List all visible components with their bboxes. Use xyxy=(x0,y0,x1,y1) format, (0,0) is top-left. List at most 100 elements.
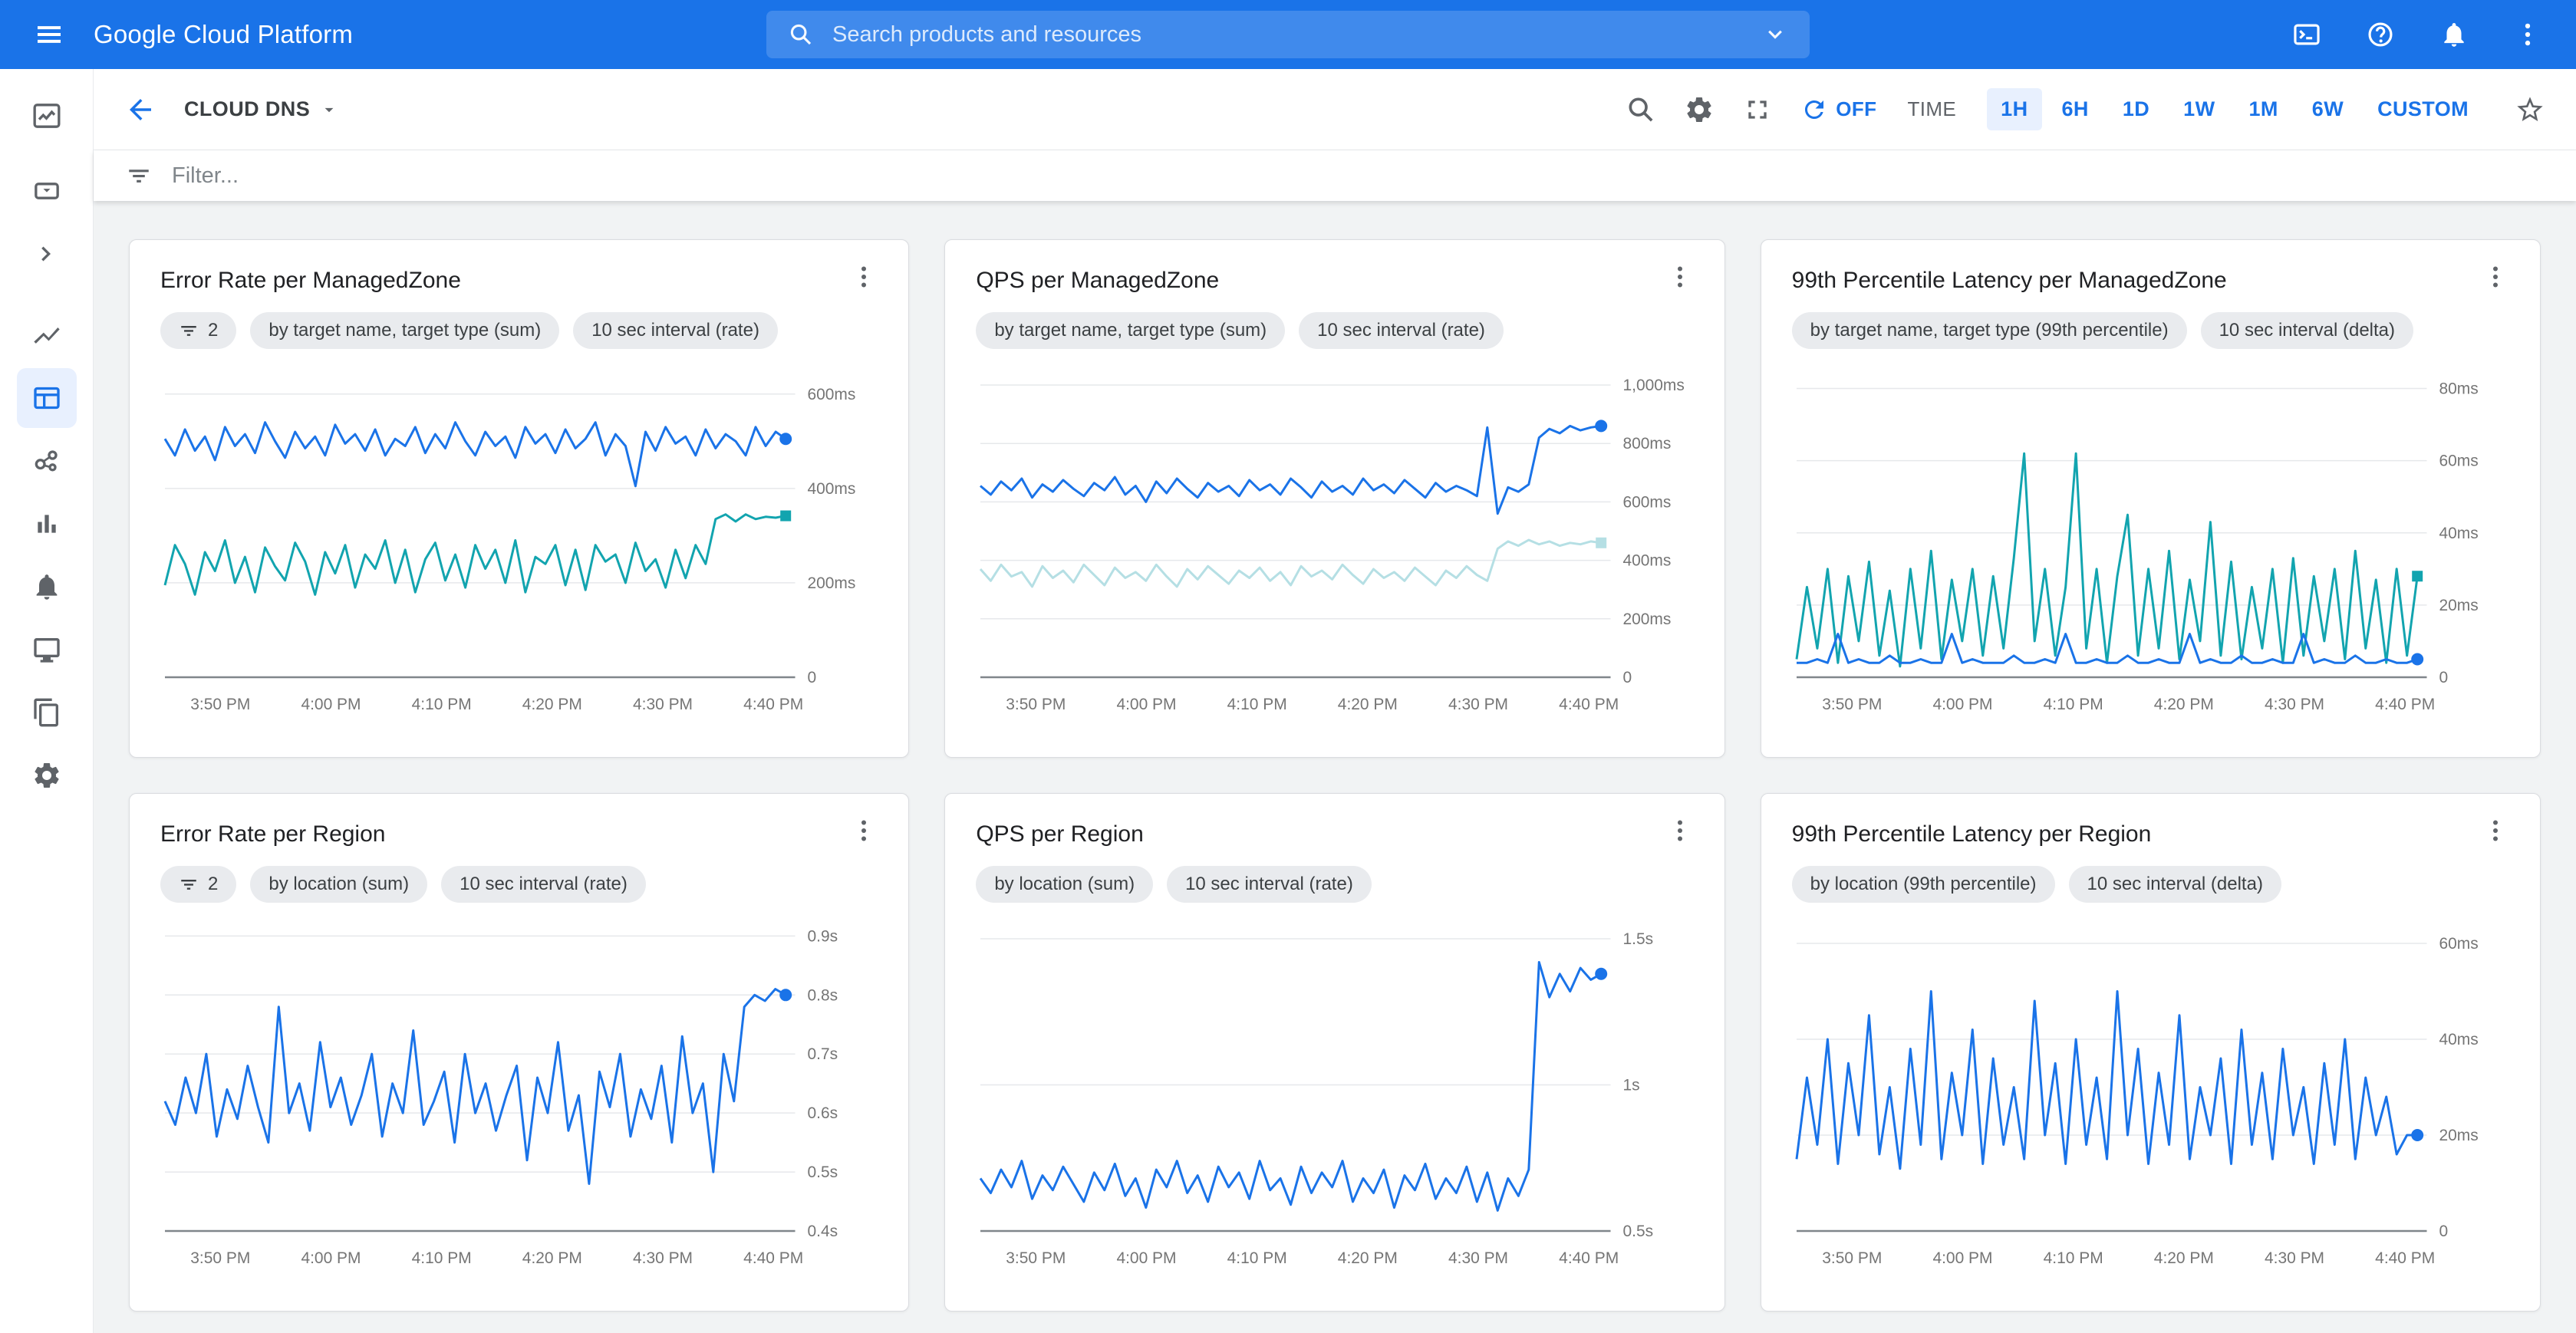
interval-chip[interactable]: 10 sec interval (rate) xyxy=(1167,866,1372,903)
more-options-icon[interactable] xyxy=(2513,20,2542,49)
svg-text:4:00 PM: 4:00 PM xyxy=(301,1249,361,1267)
dashboard-icon xyxy=(31,383,62,413)
filter-count-chip[interactable]: 2 xyxy=(160,312,236,349)
svg-text:4:20 PM: 4:20 PM xyxy=(522,1249,582,1267)
dashboard-name: CLOUD DNS xyxy=(184,97,310,121)
caret-down-icon xyxy=(319,100,339,120)
svg-text:0: 0 xyxy=(1623,669,1632,686)
bell-icon xyxy=(31,571,62,602)
time-label: TIME xyxy=(1907,97,1956,121)
line-chart[interactable]: 600ms400ms200ms03:50 PM4:00 PM4:10 PM4:2… xyxy=(160,358,878,719)
svg-text:80ms: 80ms xyxy=(2439,380,2478,398)
interval-chip[interactable]: 10 sec interval (rate) xyxy=(1299,312,1504,349)
sidebar-item-monitoring-home[interactable] xyxy=(17,86,77,146)
refresh-icon xyxy=(1800,96,1828,123)
line-chart[interactable]: 60ms40ms20ms03:50 PM4:00 PM4:10 PM4:20 P… xyxy=(1792,912,2509,1272)
sidebar-item-dashboards[interactable] xyxy=(17,368,77,428)
line-chart[interactable]: 80ms60ms40ms20ms03:50 PM4:00 PM4:10 PM4:… xyxy=(1792,358,2509,719)
chart-menu-icon[interactable] xyxy=(850,817,878,844)
interval-chip[interactable]: 10 sec interval (delta) xyxy=(2201,312,2413,349)
chevron-down-icon[interactable] xyxy=(1762,21,1788,48)
chart-menu-icon[interactable] xyxy=(1666,263,1694,291)
svg-text:4:20 PM: 4:20 PM xyxy=(2153,1249,2213,1267)
grouping-chip[interactable]: by location (sum) xyxy=(250,866,427,903)
svg-text:4:10 PM: 4:10 PM xyxy=(1227,1249,1287,1267)
toolbar-search-icon[interactable] xyxy=(1626,94,1656,125)
sidebar-item-settings[interactable] xyxy=(17,745,77,805)
filter-input[interactable] xyxy=(172,163,2544,189)
svg-text:400ms: 400ms xyxy=(1623,552,1672,570)
svg-text:4:00 PM: 4:00 PM xyxy=(301,696,361,713)
time-range-1d[interactable]: 1D xyxy=(2109,88,2163,130)
chart-title: QPS per Region xyxy=(976,821,1143,848)
grouping-chip[interactable]: by target name, target type (sum) xyxy=(976,312,1285,349)
sidebar-item-expand-panel[interactable] xyxy=(17,224,77,284)
chart-card-qps-region: QPS per Region by location (sum) 10 sec … xyxy=(944,793,1724,1312)
header-actions xyxy=(2292,20,2542,49)
filter-icon xyxy=(179,321,199,341)
svg-text:400ms: 400ms xyxy=(807,480,855,498)
sidebar-item-metrics-explorer[interactable] xyxy=(17,305,77,365)
svg-text:60ms: 60ms xyxy=(2439,935,2478,953)
svg-text:3:50 PM: 3:50 PM xyxy=(190,1249,250,1267)
grouping-chip[interactable]: by location (99th percentile) xyxy=(1792,866,2055,903)
chart-menu-icon[interactable] xyxy=(2482,263,2509,291)
line-chart[interactable]: 1.5s1s0.5s3:50 PM4:00 PM4:10 PM4:20 PM4:… xyxy=(976,912,1693,1272)
fullscreen-icon[interactable] xyxy=(1742,94,1773,125)
sidebar-item-groups[interactable] xyxy=(17,431,77,491)
svg-text:4:20 PM: 4:20 PM xyxy=(1338,696,1398,713)
svg-text:3:50 PM: 3:50 PM xyxy=(1822,696,1882,713)
chart-card-latency-region: 99th Percentile Latency per Region by lo… xyxy=(1761,793,2541,1312)
back-button[interactable] xyxy=(124,94,156,126)
cloud-shell-icon[interactable] xyxy=(2292,20,2321,49)
toolbar-actions: OFF TIME 1H6H1D1W1M6WCUSTOM xyxy=(1626,88,2545,130)
chart-card-error-rate-managedzone: Error Rate per ManagedZone 2 by target n… xyxy=(129,239,909,758)
time-range-6h[interactable]: 6H xyxy=(2048,88,2103,130)
toolbar-settings-icon[interactable] xyxy=(1684,94,1715,125)
time-range-1m[interactable]: 1M xyxy=(2235,88,2291,130)
sidebar-item-alerting[interactable] xyxy=(17,557,77,617)
filter-count-chip[interactable]: 2 xyxy=(160,866,236,903)
grouping-chip[interactable]: by target name, target type (99th percen… xyxy=(1792,312,2187,349)
grouping-chip[interactable]: by location (sum) xyxy=(976,866,1153,903)
notifications-icon[interactable] xyxy=(2439,20,2469,49)
svg-text:200ms: 200ms xyxy=(807,574,855,592)
interval-chip[interactable]: 10 sec interval (rate) xyxy=(441,866,646,903)
dashboard-name-dropdown[interactable]: CLOUD DNS xyxy=(184,97,339,121)
search-input[interactable] xyxy=(832,22,1744,48)
filter-icon xyxy=(179,874,199,894)
filter-icon xyxy=(126,163,152,189)
time-range-1h[interactable]: 1H xyxy=(1987,88,2041,130)
sidebar-item-debug-pages[interactable] xyxy=(17,683,77,742)
copy-icon xyxy=(31,697,62,728)
help-icon[interactable] xyxy=(2366,20,2395,49)
menu-icon[interactable] xyxy=(34,19,64,50)
svg-text:0.4s: 0.4s xyxy=(807,1223,838,1240)
svg-text:1.5s: 1.5s xyxy=(1623,930,1654,948)
svg-text:0.5s: 0.5s xyxy=(807,1163,838,1181)
sidebar-item-uptime-checks[interactable] xyxy=(17,620,77,680)
svg-text:4:40 PM: 4:40 PM xyxy=(743,1249,803,1267)
dashboard-toolbar: CLOUD DNS OFF TIME 1H6H1D1W1M6WCUSTOM xyxy=(94,69,2576,150)
sidebar-item-pin-panel[interactable] xyxy=(17,161,77,221)
interval-chip[interactable]: 10 sec interval (rate) xyxy=(573,312,778,349)
time-range-1w[interactable]: 1W xyxy=(2169,88,2228,130)
sidebar-item-services[interactable] xyxy=(17,494,77,554)
line-chart[interactable]: 0.9s0.8s0.7s0.6s0.5s0.4s3:50 PM4:00 PM4:… xyxy=(160,912,878,1272)
svg-text:4:40 PM: 4:40 PM xyxy=(743,696,803,713)
interval-chip[interactable]: 10 sec interval (delta) xyxy=(2069,866,2281,903)
time-range-6w[interactable]: 6W xyxy=(2298,88,2357,130)
line-chart[interactable]: 1,000ms800ms600ms400ms200ms03:50 PM4:00 … xyxy=(976,358,1693,719)
chart-menu-icon[interactable] xyxy=(2482,817,2509,844)
grouping-chip[interactable]: by target name, target type (sum) xyxy=(250,312,559,349)
global-search[interactable] xyxy=(766,11,1810,58)
time-range-custom[interactable]: CUSTOM xyxy=(2364,88,2482,130)
chart-menu-icon[interactable] xyxy=(850,263,878,291)
chart-title: 99th Percentile Latency per ManagedZone xyxy=(1792,268,2227,294)
auto-refresh-toggle[interactable]: OFF xyxy=(1800,96,1876,123)
star-icon[interactable] xyxy=(2515,94,2545,125)
svg-text:4:40 PM: 4:40 PM xyxy=(1559,696,1619,713)
chart-menu-icon[interactable] xyxy=(1666,817,1694,844)
svg-text:4:30 PM: 4:30 PM xyxy=(1448,1249,1508,1267)
svg-text:20ms: 20ms xyxy=(2439,597,2478,614)
